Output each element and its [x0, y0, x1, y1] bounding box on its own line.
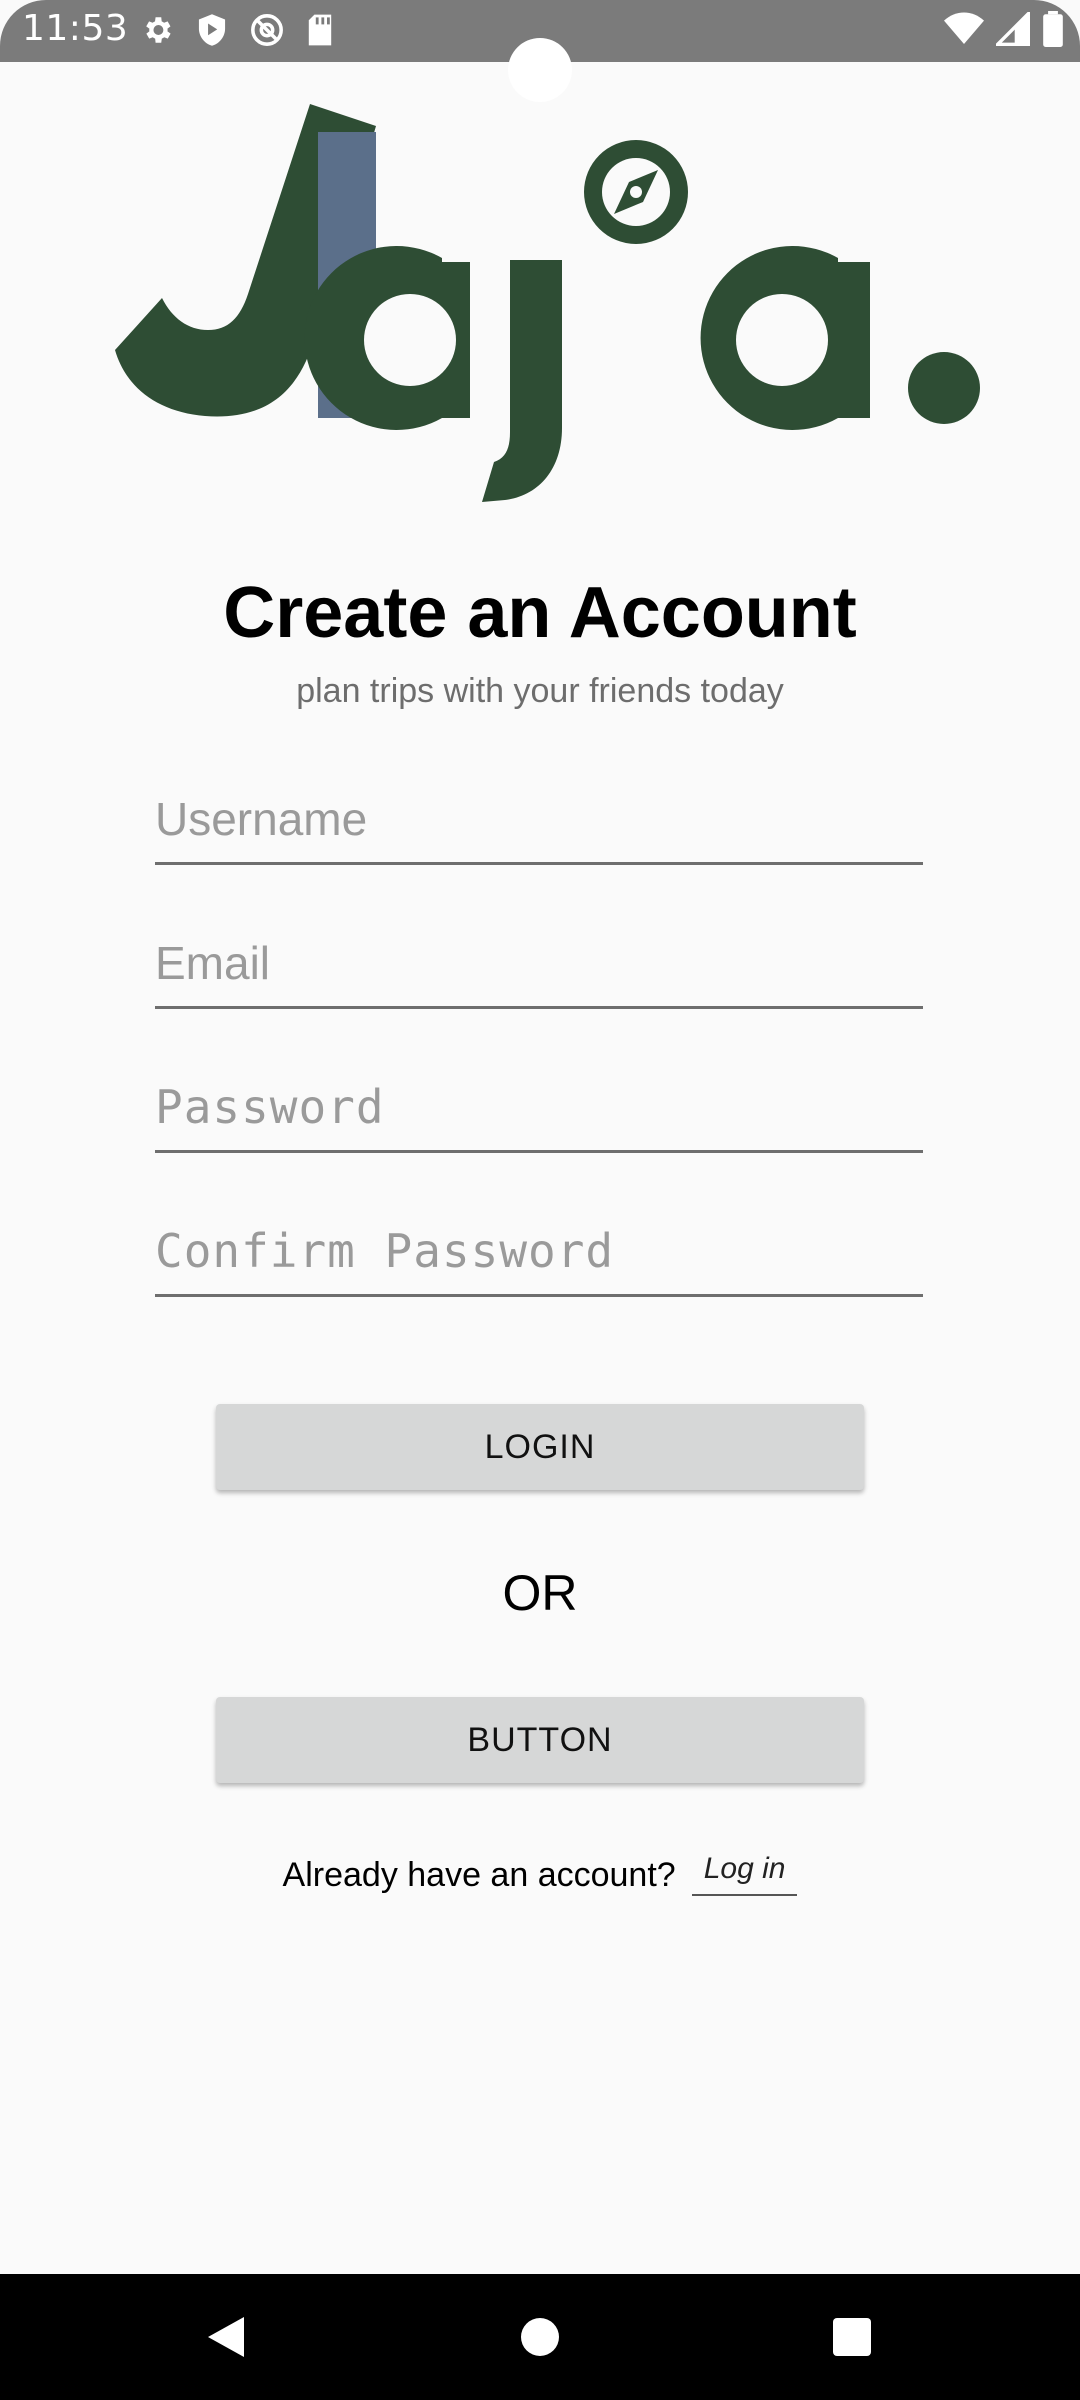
app-logo: [110, 98, 990, 523]
play-protect-icon: [196, 13, 228, 52]
confirm-password-field[interactable]: [155, 1222, 923, 1297]
email-field[interactable]: [155, 934, 923, 1009]
password-field[interactable]: [155, 1078, 923, 1153]
recents-button[interactable]: [792, 2274, 912, 2400]
recents-icon: [833, 2318, 871, 2356]
camera-cutout: [508, 38, 572, 102]
already-have-account-label: Already have an account?: [282, 1856, 676, 1894]
no-disturb-icon: [250, 13, 284, 52]
signal-icon: [993, 9, 1030, 51]
wifi-icon: [944, 12, 984, 51]
back-icon: [208, 2317, 244, 2357]
settings-icon: [140, 13, 174, 52]
page-title: Create an Account: [223, 573, 857, 653]
or-divider-label: OR: [502, 1565, 578, 1621]
status-time: 11:53: [22, 8, 129, 49]
login-button[interactable]: LOGIN: [216, 1404, 864, 1490]
battery-icon: [1042, 10, 1064, 52]
sd-card-icon: [306, 13, 334, 52]
home-icon: [521, 2318, 559, 2356]
home-button[interactable]: [480, 2274, 600, 2400]
username-field[interactable]: [155, 790, 923, 865]
system-nav-bar: [0, 2274, 1080, 2400]
back-button[interactable]: [166, 2274, 286, 2400]
status-icons-left: [140, 13, 334, 52]
page-subtitle: plan trips with your friends today: [296, 672, 784, 710]
secondary-button[interactable]: BUTTON: [216, 1697, 864, 1783]
login-prompt-row: Already have an account? Log in: [0, 1852, 1080, 1896]
status-icons-right: [944, 9, 1064, 52]
login-link[interactable]: Log in: [691, 1852, 798, 1896]
